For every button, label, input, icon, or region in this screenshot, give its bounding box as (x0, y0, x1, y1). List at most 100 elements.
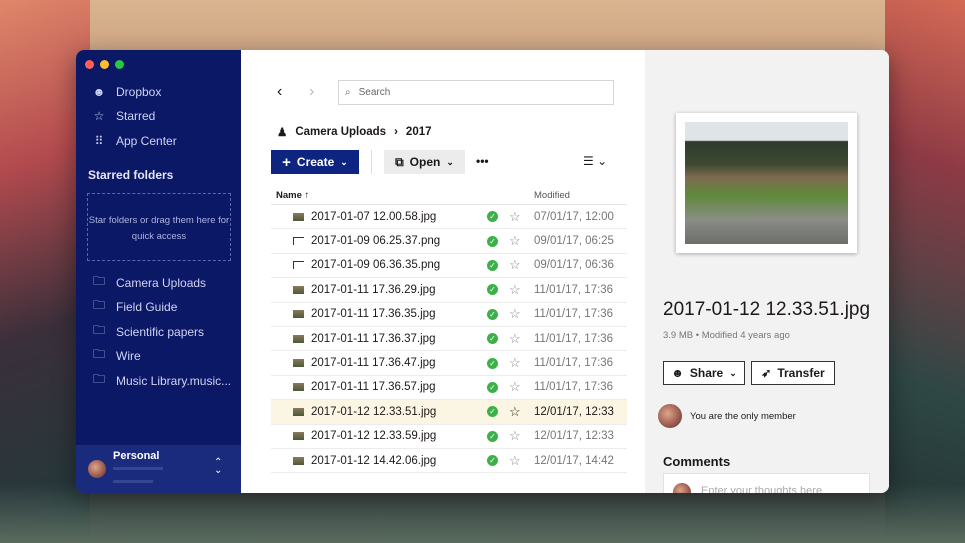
file-row[interactable]: 2017-01-12 12.33.51.jpg ✓ ☆ 12/01/17, 12… (271, 400, 627, 425)
file-modified: 11/01/17, 17:36 (534, 308, 614, 321)
sidebar-folder[interactable]: 🗀 Camera Uploads (92, 272, 206, 293)
account-switcher[interactable]: Personal ⌃ ⌄ (76, 445, 241, 493)
preview-filename: 2017-01-12 12.33.51.jpg (663, 299, 871, 320)
share-button[interactable]: ☻ Share ⌄ (663, 361, 745, 385)
file-thumbnail-icon (293, 334, 304, 343)
star-icon[interactable]: ☆ (509, 209, 521, 225)
file-row[interactable]: 2017-01-09 06.36.35.png ✓ ☆ 09/01/17, 06… (271, 254, 627, 279)
file-thumbnail-icon (293, 383, 304, 392)
share-person-icon: ☻ (671, 366, 684, 380)
account-storage-blur (113, 480, 153, 483)
file-modified: 12/01/17, 14:42 (534, 454, 614, 467)
file-row[interactable]: 2017-01-11 17.36.29.jpg ✓ ☆ 11/01/17, 17… (271, 278, 627, 303)
back-button[interactable]: ‹ (277, 83, 282, 101)
synced-check-icon: ✓ (487, 357, 498, 369)
forward-button[interactable]: › (309, 83, 314, 101)
wallpaper-right (885, 0, 965, 543)
file-name: 2017-01-11 17.36.57.jpg (311, 381, 436, 394)
sidebar-folder[interactable]: 🗀 Field Guide (92, 296, 177, 317)
close-window-button[interactable] (85, 60, 94, 69)
sidebar-item-app-center[interactable]: ⠿ App Center (92, 134, 177, 148)
file-name: 2017-01-09 06.36.35.png (311, 259, 441, 272)
comment-input[interactable]: Enter your thoughts here (663, 473, 870, 493)
file-thumbnail-icon (293, 432, 304, 441)
star-icon[interactable]: ☆ (509, 355, 521, 371)
person-icon: ♟ (277, 127, 288, 139)
sidebar-folder[interactable]: 🗀 Music Library.music... (92, 370, 231, 391)
folder-icon: 🗀 (92, 323, 105, 337)
file-thumbnail-icon (293, 261, 304, 270)
file-row[interactable]: 2017-01-11 17.36.35.jpg ✓ ☆ 11/01/17, 17… (271, 303, 627, 327)
star-icon[interactable]: ☆ (509, 379, 521, 395)
sidebar-item-starred[interactable]: ☆ Starred (92, 109, 156, 123)
star-icon[interactable]: ☆ (509, 453, 521, 469)
starred-dropzone[interactable]: Star folders or drag them here for quick… (87, 193, 231, 261)
file-modified: 07/01/17, 12:00 (534, 210, 614, 223)
synced-check-icon: ✓ (487, 430, 498, 442)
sidebar-item-dropbox[interactable]: ☻ Dropbox (92, 85, 162, 99)
file-name: 2017-01-11 17.36.37.jpg (311, 332, 436, 345)
zoom-window-button[interactable] (115, 60, 124, 69)
file-row[interactable]: 2017-01-12 12.33.59.jpg ✓ ☆ 12/01/17, 12… (271, 425, 627, 449)
transfer-button[interactable]: ➶ Transfer (751, 361, 835, 385)
minimize-window-button[interactable] (100, 60, 109, 69)
sidebar: ☻ Dropbox ☆ Starred ⠿ App Center Starred fo… (76, 50, 241, 493)
file-name: 2017-01-11 17.36.35.jpg (311, 308, 436, 321)
person-icon: ☻ (92, 85, 106, 99)
synced-check-icon: ✓ (487, 406, 498, 418)
star-icon[interactable]: ☆ (509, 257, 521, 273)
divider (371, 150, 372, 174)
name-column-header[interactable]: Name ↑ (276, 190, 309, 201)
file-thumbnail-icon (293, 285, 304, 294)
synced-check-icon: ✓ (487, 211, 498, 223)
create-button[interactable]: + Create ⌄ (271, 150, 359, 174)
breadcrumb-camera-uploads[interactable]: Camera Uploads (295, 126, 386, 138)
synced-check-icon: ✓ (487, 284, 498, 296)
grid-icon: ⠿ (94, 134, 104, 148)
file-modified: 11/01/17, 17:36 (534, 381, 614, 394)
view-options-button[interactable]: ☰ ⌄ (583, 154, 607, 168)
breadcrumb-separator: › (394, 126, 398, 138)
star-icon[interactable]: ☆ (509, 428, 521, 444)
file-modified: 12/01/17, 12:33 (534, 430, 614, 443)
synced-check-icon: ✓ (487, 235, 498, 247)
star-icon[interactable]: ☆ (509, 404, 521, 420)
sidebar-folder[interactable]: 🗀 Scientific papers (92, 321, 204, 342)
account-name: Personal (113, 450, 160, 462)
file-thumbnail-icon (293, 407, 304, 416)
file-name: 2017-01-12 12.33.59.jpg (311, 430, 437, 443)
file-row[interactable]: 2017-01-11 17.36.57.jpg ✓ ☆ 11/01/17, 17… (271, 376, 627, 401)
star-icon[interactable]: ☆ (509, 282, 521, 298)
rocket-icon: ➶ (761, 366, 772, 380)
file-name: 2017-01-07 12.00.58.jpg (311, 210, 437, 223)
chevron-updown-icon[interactable]: ⌃ ⌄ (214, 458, 222, 476)
preview-panel: 2017-01-12 12.33.51.jpg 3.9 MB • Modifie… (645, 50, 889, 493)
open-button[interactable]: ⧉ Open ⌄ (384, 150, 465, 174)
file-name: 2017-01-09 06.25.37.png (311, 235, 441, 248)
file-row[interactable]: 2017-01-07 12.00.58.jpg ✓ ☆ 07/01/17, 12… (271, 205, 627, 230)
synced-check-icon: ✓ (487, 381, 498, 393)
more-options-button[interactable]: ••• (476, 154, 489, 168)
synced-check-icon: ✓ (487, 333, 498, 345)
star-icon: ☆ (93, 109, 105, 123)
file-row[interactable]: 2017-01-11 17.36.47.jpg ✓ ☆ 11/01/17, 17… (271, 351, 627, 376)
star-icon[interactable]: ☆ (509, 233, 521, 249)
breadcrumb: ♟ Camera Uploads › 2017 (277, 125, 432, 139)
file-modified: 09/01/17, 06:36 (534, 259, 614, 272)
modified-column-header[interactable]: Modified (534, 190, 570, 201)
synced-check-icon: ✓ (487, 455, 498, 467)
file-thumbnail-icon (293, 359, 304, 368)
file-row[interactable]: 2017-01-12 14.42.06.jpg ✓ ☆ 12/01/17, 14… (271, 449, 627, 474)
synced-check-icon: ✓ (487, 308, 498, 320)
sidebar-folder[interactable]: 🗀 Wire (92, 345, 141, 366)
star-icon[interactable]: ☆ (509, 306, 521, 322)
open-external-icon: ⧉ (395, 154, 404, 169)
star-icon[interactable]: ☆ (509, 331, 521, 347)
file-thumbnail[interactable] (676, 113, 857, 253)
search-input[interactable]: ⌕ Search (338, 80, 614, 105)
preview-meta: 3.9 MB • Modified 4 years ago (663, 330, 790, 341)
file-thumbnail-icon (293, 310, 304, 319)
folder-icon: 🗀 (92, 372, 105, 386)
file-row[interactable]: 2017-01-09 06.25.37.png ✓ ☆ 09/01/17, 06… (271, 229, 627, 254)
file-row[interactable]: 2017-01-11 17.36.37.jpg ✓ ☆ 11/01/17, 17… (271, 327, 627, 352)
